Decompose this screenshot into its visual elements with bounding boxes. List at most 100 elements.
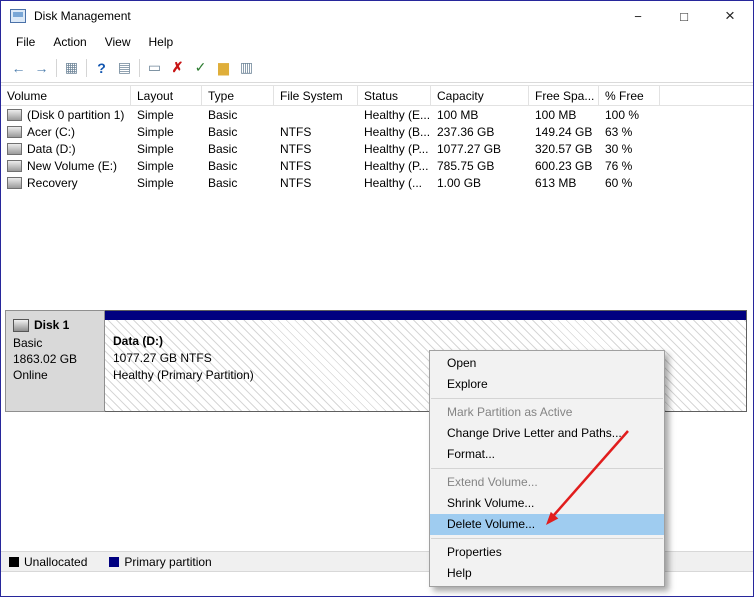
volume-disk-icon [7,142,22,155]
menu-item-mark-partition-active: Mark Partition as Active [447,405,573,419]
file-system-cell [274,106,358,123]
maximize-button[interactable]: □ [661,1,707,31]
capacity-cell: 100 MB [437,107,479,122]
menu-item-open[interactable]: Open [430,353,664,374]
title-bar: Disk Management − □ × [1,1,753,31]
menu-item-format[interactable]: Format... [430,444,664,465]
volume-row[interactable]: (Disk 0 partition 1) Simple Basic Health… [1,106,753,123]
check-doc-icon[interactable]: ✓ [189,57,212,79]
disk-name: Disk 1 [34,318,70,332]
volume-disk-icon [7,108,22,121]
column-header-volume[interactable]: Volume [1,86,131,105]
volume-name: New Volume (E:) [27,158,118,173]
free-space-cell: 320.57 GB [535,141,593,156]
volume-cell: Data (D:) [1,140,131,157]
console-tree-icon[interactable]: ▦ [60,57,83,79]
layout-cell: Simple [137,107,174,122]
menu-bar: File Action View Help [1,31,753,53]
menu-item-shrink-volume[interactable]: Shrink Volume... [430,493,664,514]
capacity-cell: 1077.27 GB [437,141,502,156]
open-folder-icon[interactable]: ▆ [212,57,235,79]
action-pane-icon[interactable]: ▭ [143,57,166,79]
help-icon[interactable]: ? [90,57,113,79]
disk-info-panel[interactable]: Disk 1 Basic 1863.02 GB Online [5,310,105,412]
volume-name: (Disk 0 partition 1) [27,107,125,122]
partition-label: Data (D:) [113,334,163,348]
type-cell: Basic [208,175,238,190]
close-button[interactable]: × [707,1,753,31]
status-cell: Healthy (P... [364,141,429,156]
volume-name: Data (D:) [27,141,76,156]
volume-cell: Acer (C:) [1,123,131,140]
volume-cell: (Disk 0 partition 1) [1,106,131,123]
volume-disk-icon [7,159,22,172]
capacity-cell: 785.75 GB [437,158,495,173]
detail-pane-icon[interactable]: ▤ [113,57,136,79]
layout-cell: Simple [137,175,174,190]
delete-icon[interactable]: ✗ [166,57,189,79]
unallocated-label: Unallocated [24,554,88,569]
menu-separator [431,468,663,469]
window-controls: − □ × [615,1,753,31]
volume-name: Acer (C:) [27,124,75,139]
column-header-status[interactable]: Status [358,86,431,105]
pct-free-cell: 60 % [605,175,633,190]
export-list-icon[interactable]: ▥ [235,57,258,79]
layout-cell: Simple [137,141,174,156]
free-space-cell: 100 MB [535,107,577,122]
status-cell: Healthy (B... [364,124,431,139]
pct-free-cell: 76 % [605,158,633,173]
menu-item-properties[interactable]: Properties [430,542,664,563]
pct-free-cell: 100 % [605,107,640,122]
free-space-cell: 600.23 GB [535,158,593,173]
file-system-cell: NTFS [280,175,312,190]
column-header-filler [660,86,753,105]
type-cell: Basic [208,124,238,139]
disk-size: 1863.02 GB [13,352,78,366]
volume-list: Volume Layout Type File System Status Ca… [1,85,753,191]
minimize-button[interactable]: − [615,1,661,31]
menu-help[interactable]: Help [140,32,183,52]
menu-action[interactable]: Action [44,32,95,52]
menu-file[interactable]: File [7,32,44,52]
menu-item-explore[interactable]: Explore [430,374,664,395]
free-space-cell: 613 MB [535,175,577,190]
forward-icon[interactable]: → [30,57,53,79]
disk-management-window: Disk Management − □ × File Action View H… [0,0,754,597]
capacity-cell: 1.00 GB [437,175,482,190]
menu-separator [431,538,663,539]
volume-cell: Recovery [1,174,131,191]
column-header-free-space[interactable]: Free Spa... [529,86,599,105]
menu-separator [431,398,663,399]
menu-item-delete-volume[interactable]: Delete Volume... [430,514,664,535]
free-space-cell: 149.24 GB [535,124,593,139]
status-cell: Healthy (P... [364,158,429,173]
type-cell: Basic [208,141,238,156]
status-cell: Healthy (E... [364,107,431,122]
volume-disk-icon [7,176,22,189]
menu-item-change-drive-letter[interactable]: Change Drive Letter and Paths... [430,423,664,444]
back-icon[interactable]: ← [7,57,30,79]
menu-view[interactable]: View [96,32,140,52]
pct-free-cell: 30 % [605,141,633,156]
column-header-file-system[interactable]: File System [274,86,358,105]
volume-row[interactable]: Acer (C:) Simple Basic NTFS Healthy (B..… [1,123,753,140]
pct-free-cell: 63 % [605,124,633,139]
volume-row[interactable]: Recovery Simple Basic NTFS Healthy (... … [1,174,753,191]
toolbar: ← → ▦ ? ▤ ▭ ✗ ✓ ▆ ▥ [1,53,753,83]
type-cell: Basic [208,158,238,173]
volume-cell: New Volume (E:) [1,157,131,174]
volume-row[interactable]: Data (D:) Simple Basic NTFS Healthy (P..… [1,140,753,157]
context-menu: Open Explore Mark Partition as Active Ch… [429,350,665,587]
menu-item-extend-volume: Extend Volume... [447,475,538,489]
column-header-pct-free[interactable]: % Free [599,86,660,105]
menu-item-help[interactable]: Help [430,563,664,584]
layout-cell: Simple [137,158,174,173]
type-cell: Basic [208,107,238,122]
column-header-capacity[interactable]: Capacity [431,86,529,105]
volume-row[interactable]: New Volume (E:) Simple Basic NTFS Health… [1,157,753,174]
primary-partition-swatch [109,556,120,567]
volume-name: Recovery [27,175,78,190]
column-header-layout[interactable]: Layout [131,86,202,105]
column-header-type[interactable]: Type [202,86,274,105]
